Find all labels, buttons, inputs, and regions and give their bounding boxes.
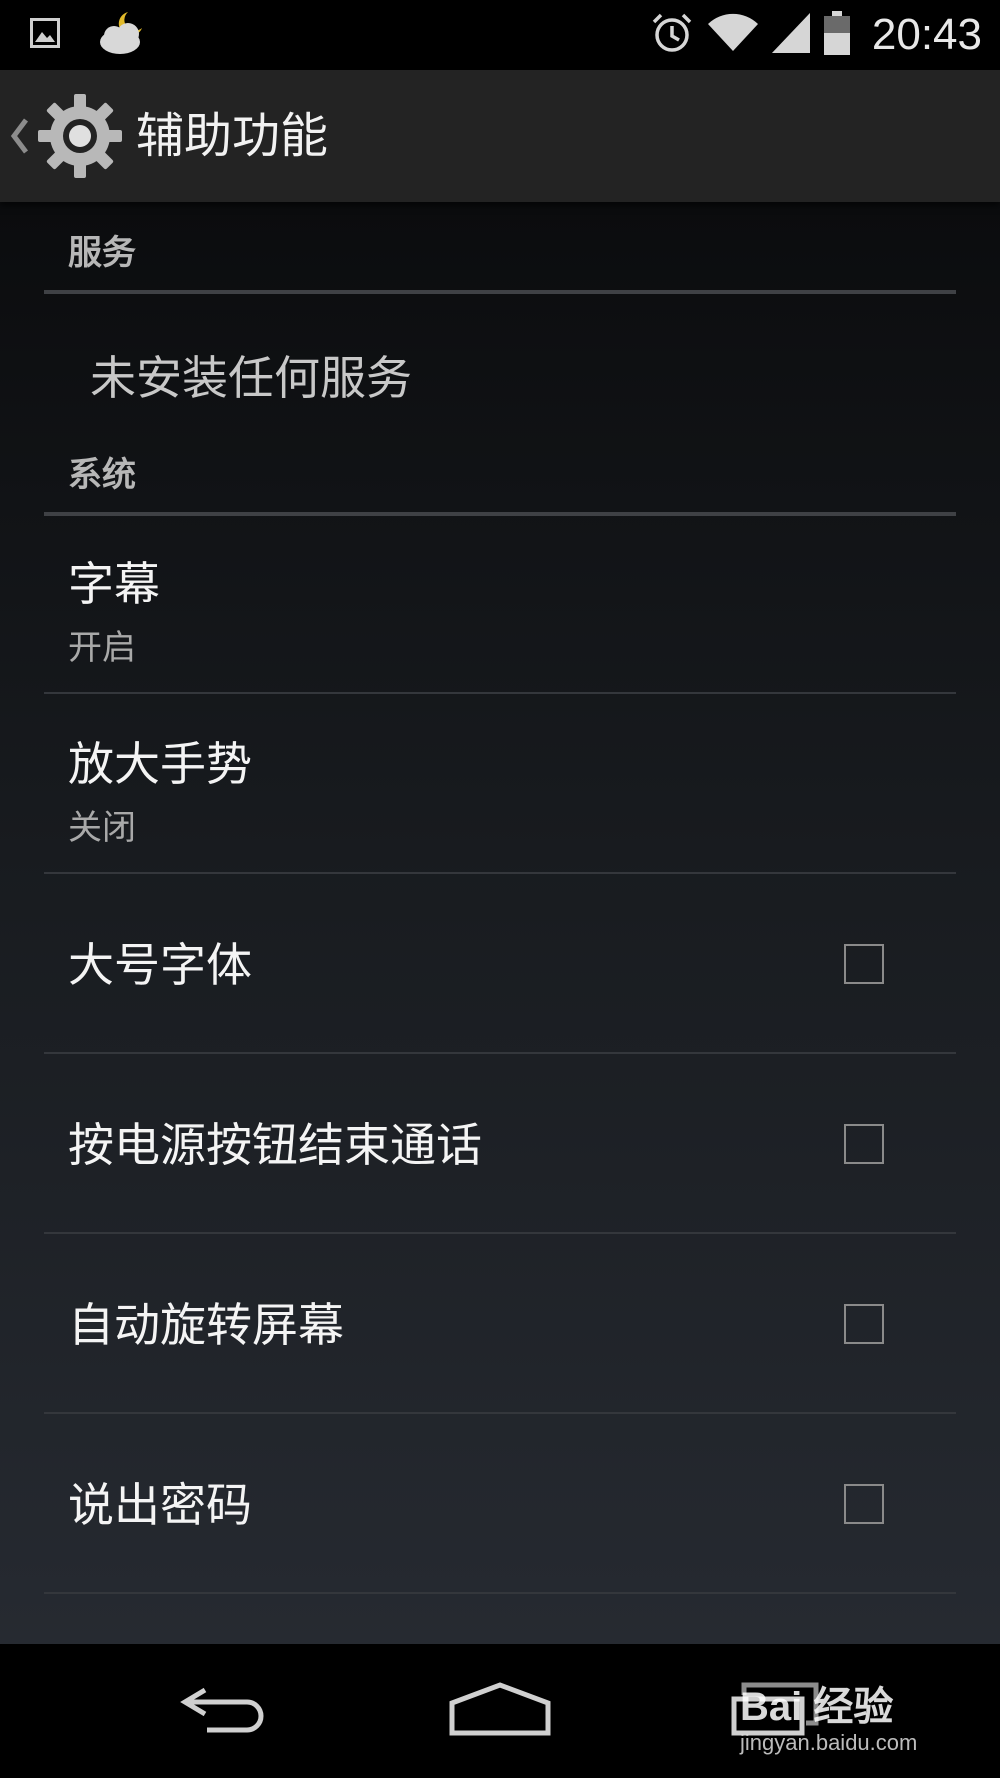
navigation-bar: Bai 经验 jingyan.baidu.com xyxy=(0,1644,1000,1778)
notification-icons xyxy=(30,0,148,70)
settings-gear-icon[interactable] xyxy=(36,92,124,180)
section-header-system: 系统 xyxy=(44,420,956,516)
watermark-brand: Bai 经验 xyxy=(740,1685,894,1729)
baidu-watermark: Bai 经验 jingyan.baidu.com xyxy=(740,1674,950,1764)
back-button[interactable] xyxy=(150,1644,300,1778)
wifi-icon xyxy=(707,13,758,57)
pref-title: 自动旋转屏幕 xyxy=(68,1298,344,1352)
weather-icon xyxy=(98,10,148,60)
pref-title: 按电源按钮结束通话 xyxy=(68,1118,482,1172)
back-chevron-icon[interactable] xyxy=(8,70,30,202)
pref-magnification-gestures[interactable]: 放大手势 关闭 xyxy=(44,696,956,874)
alarm-icon xyxy=(650,11,694,59)
section-header-label: 服务 xyxy=(68,233,136,273)
action-bar: 辅助功能 xyxy=(0,70,1000,202)
pref-speak-passwords[interactable]: 说出密码 xyxy=(44,1416,956,1594)
section-header-services: 服务 xyxy=(44,202,956,294)
pref-power-button-ends-call[interactable]: 按电源按钮结束通话 xyxy=(44,1056,956,1234)
preference-list: 服务 未安装任何服务 系统 字幕 开启 放大手势 关闭 大号字体 按电源按钮结束… xyxy=(0,202,1000,1644)
power-button-ends-call-checkbox[interactable] xyxy=(844,1124,884,1164)
back-arrow-icon xyxy=(177,1682,273,1740)
pref-title: 说出密码 xyxy=(68,1478,252,1532)
pref-captions[interactable]: 字幕 开启 xyxy=(44,516,956,694)
pref-title: 放大手势 xyxy=(68,737,252,791)
pref-title: 字幕 xyxy=(68,557,160,611)
home-icon xyxy=(448,1681,552,1741)
pref-summary: 关闭 xyxy=(68,808,136,848)
status-bar: 20:43 xyxy=(0,0,1000,70)
battery-icon xyxy=(823,11,850,59)
screen: 20:43 辅助功能 服务 未安装任何服务 系统 字幕 开启 放大手势 关闭 大… xyxy=(0,0,1000,1778)
watermark-url: jingyan.baidu.com xyxy=(740,1730,918,1755)
image-notification-icon xyxy=(30,18,60,52)
status-time: 20:43 xyxy=(871,10,982,59)
signal-icon xyxy=(771,13,810,57)
large-text-checkbox[interactable] xyxy=(844,944,884,984)
pref-large-text[interactable]: 大号字体 xyxy=(44,876,956,1054)
pref-auto-rotate-screen[interactable]: 自动旋转屏幕 xyxy=(44,1236,956,1414)
pref-summary: 开启 xyxy=(68,628,136,668)
page-title: 辅助功能 xyxy=(136,108,329,164)
section-header-label: 系统 xyxy=(68,455,136,495)
system-icons: 20:43 xyxy=(650,0,982,70)
speak-passwords-checkbox[interactable] xyxy=(844,1484,884,1524)
home-button[interactable] xyxy=(425,1644,575,1778)
auto-rotate-screen-checkbox[interactable] xyxy=(844,1304,884,1344)
no-services-text: 未安装任何服务 xyxy=(90,351,412,405)
pref-title: 大号字体 xyxy=(68,938,252,992)
